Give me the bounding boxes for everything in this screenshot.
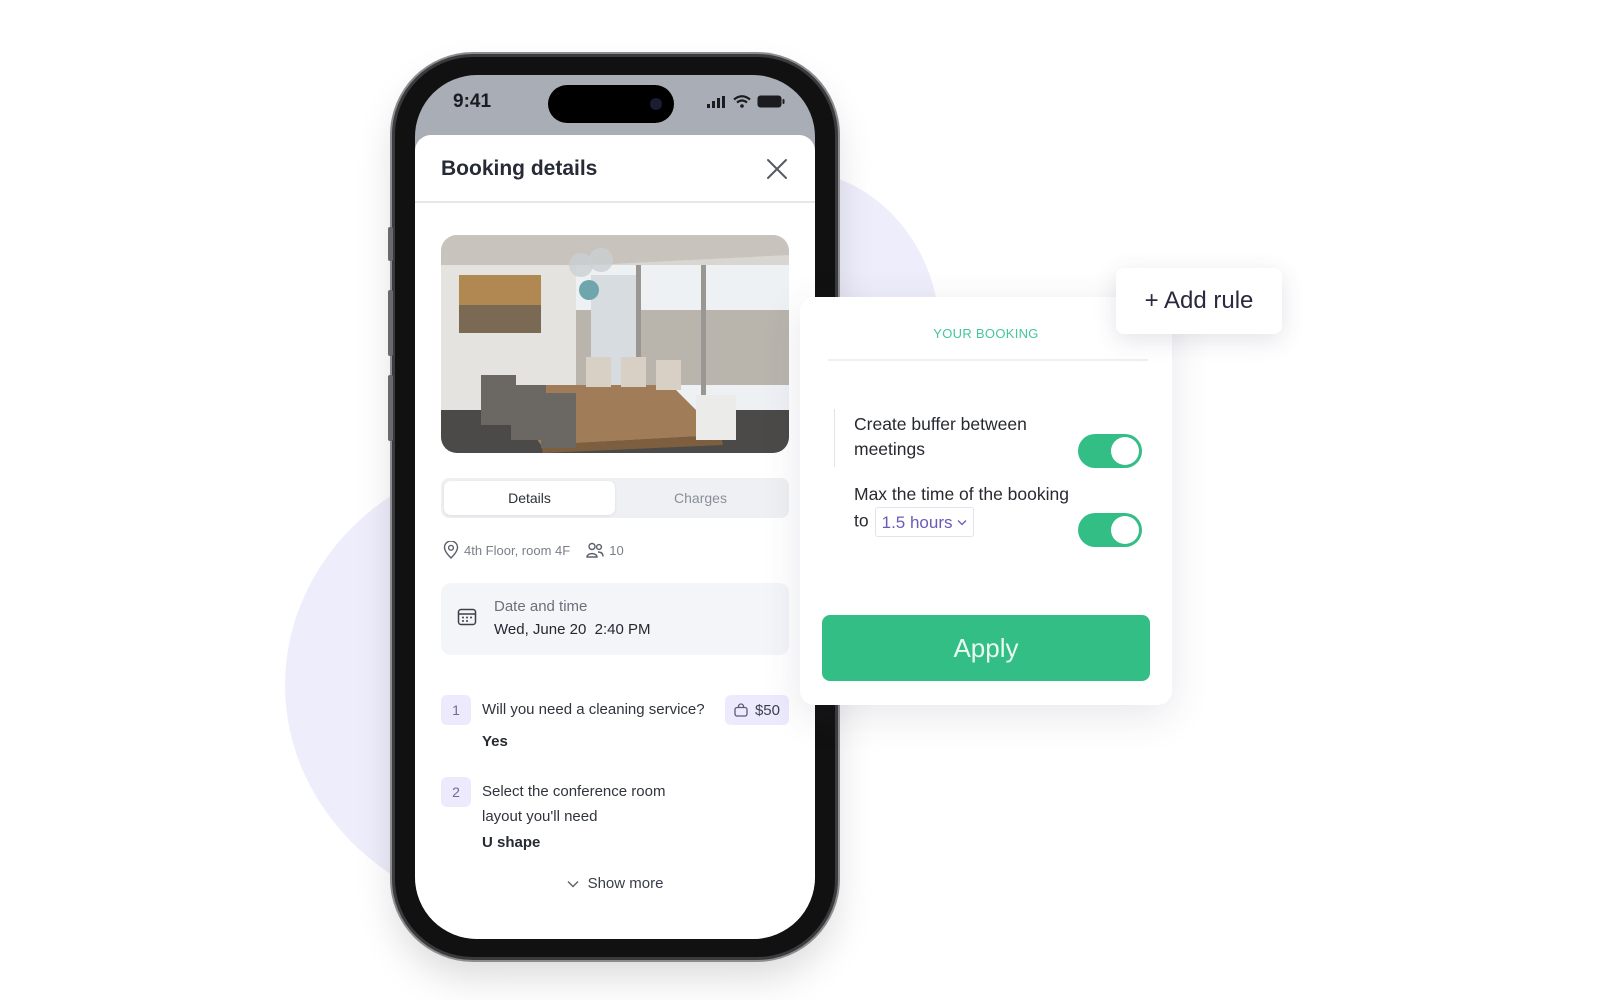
booking-rules-panel: YOUR BOOKING Create buffer between meeti… [800, 297, 1172, 705]
capacity-text: 10 [609, 542, 624, 558]
price-badge: $50 [724, 695, 789, 725]
phone-screen: 9:41 Booking details Details Charges 4th… [415, 75, 815, 939]
location-info: 4th Floor, room 4F [443, 541, 570, 559]
location-pin-icon [443, 541, 459, 559]
apply-button[interactable]: Apply [822, 615, 1150, 681]
rule-max-time-toggle[interactable] [1078, 513, 1142, 547]
question-item: 2 Select the conference room layout you'… [441, 777, 789, 857]
question-answer: U shape [482, 834, 541, 851]
question-item: 1 Will you need a cleaning service? $50 … [441, 695, 789, 755]
signal-icon [707, 95, 725, 108]
room-photo-illustration [441, 235, 789, 453]
tab-charges[interactable]: Charges [615, 481, 786, 515]
people-icon [586, 542, 604, 558]
page-title: Booking details [441, 157, 598, 180]
datetime-card[interactable]: Date and time Wed, June 20 2:40 PM [441, 583, 789, 655]
phone-side-button [388, 227, 393, 261]
duration-value: 1.5 hours [881, 512, 953, 532]
tab-details[interactable]: Details [444, 481, 615, 515]
chevron-down-icon [957, 519, 966, 525]
phone-frame: 9:41 Booking details Details Charges 4th… [388, 57, 835, 957]
sheet-header: Booking details [415, 135, 815, 203]
rule-max-time: Max the time of the booking to 1.5 hours [854, 482, 1069, 537]
rule-buffer-label: Create buffer between meetings [854, 414, 1027, 459]
question-number: 1 [441, 695, 471, 725]
phone-side-button [388, 375, 393, 441]
question-text: Will you need a cleaning service? [482, 701, 705, 718]
toggle-knob [1111, 516, 1139, 544]
room-meta: 4th Floor, room 4F 10 [443, 541, 640, 559]
capacity-info: 10 [586, 542, 624, 558]
status-time: 9:41 [453, 91, 492, 112]
show-more-button[interactable]: Show more [567, 875, 664, 892]
question-text: Select the conference room layout you'll… [482, 783, 666, 825]
divider [828, 359, 1148, 361]
status-bar: 9:41 [415, 75, 815, 135]
chevron-down-icon [567, 880, 579, 887]
shopping-bag-icon [734, 703, 748, 717]
location-text: 4th Floor, room 4F [464, 542, 571, 558]
add-rule-button[interactable]: + Add rule [1116, 268, 1282, 334]
datetime-label: Date and time [494, 598, 588, 615]
room-photo [441, 235, 789, 453]
calendar-icon [457, 608, 477, 626]
battery-icon [757, 95, 785, 108]
datetime-value: Wed, June 20 2:40 PM [494, 621, 651, 638]
show-more-label: Show more [587, 875, 664, 892]
question-number: 2 [441, 777, 471, 807]
phone-side-button [388, 290, 393, 356]
duration-select[interactable]: 1.5 hours [874, 507, 974, 537]
booking-sheet: Booking details Details Charges 4th Floo… [415, 135, 815, 939]
tab-bar: Details Charges [441, 478, 789, 518]
divider [834, 409, 835, 467]
dynamic-island [548, 85, 674, 123]
close-icon[interactable] [765, 157, 789, 181]
price-text: $50 [754, 701, 780, 719]
wifi-icon [733, 95, 751, 108]
rule-buffer-toggle[interactable] [1078, 434, 1142, 468]
toggle-knob [1111, 437, 1139, 465]
question-answer: Yes [482, 733, 508, 750]
camera-icon [650, 98, 662, 110]
